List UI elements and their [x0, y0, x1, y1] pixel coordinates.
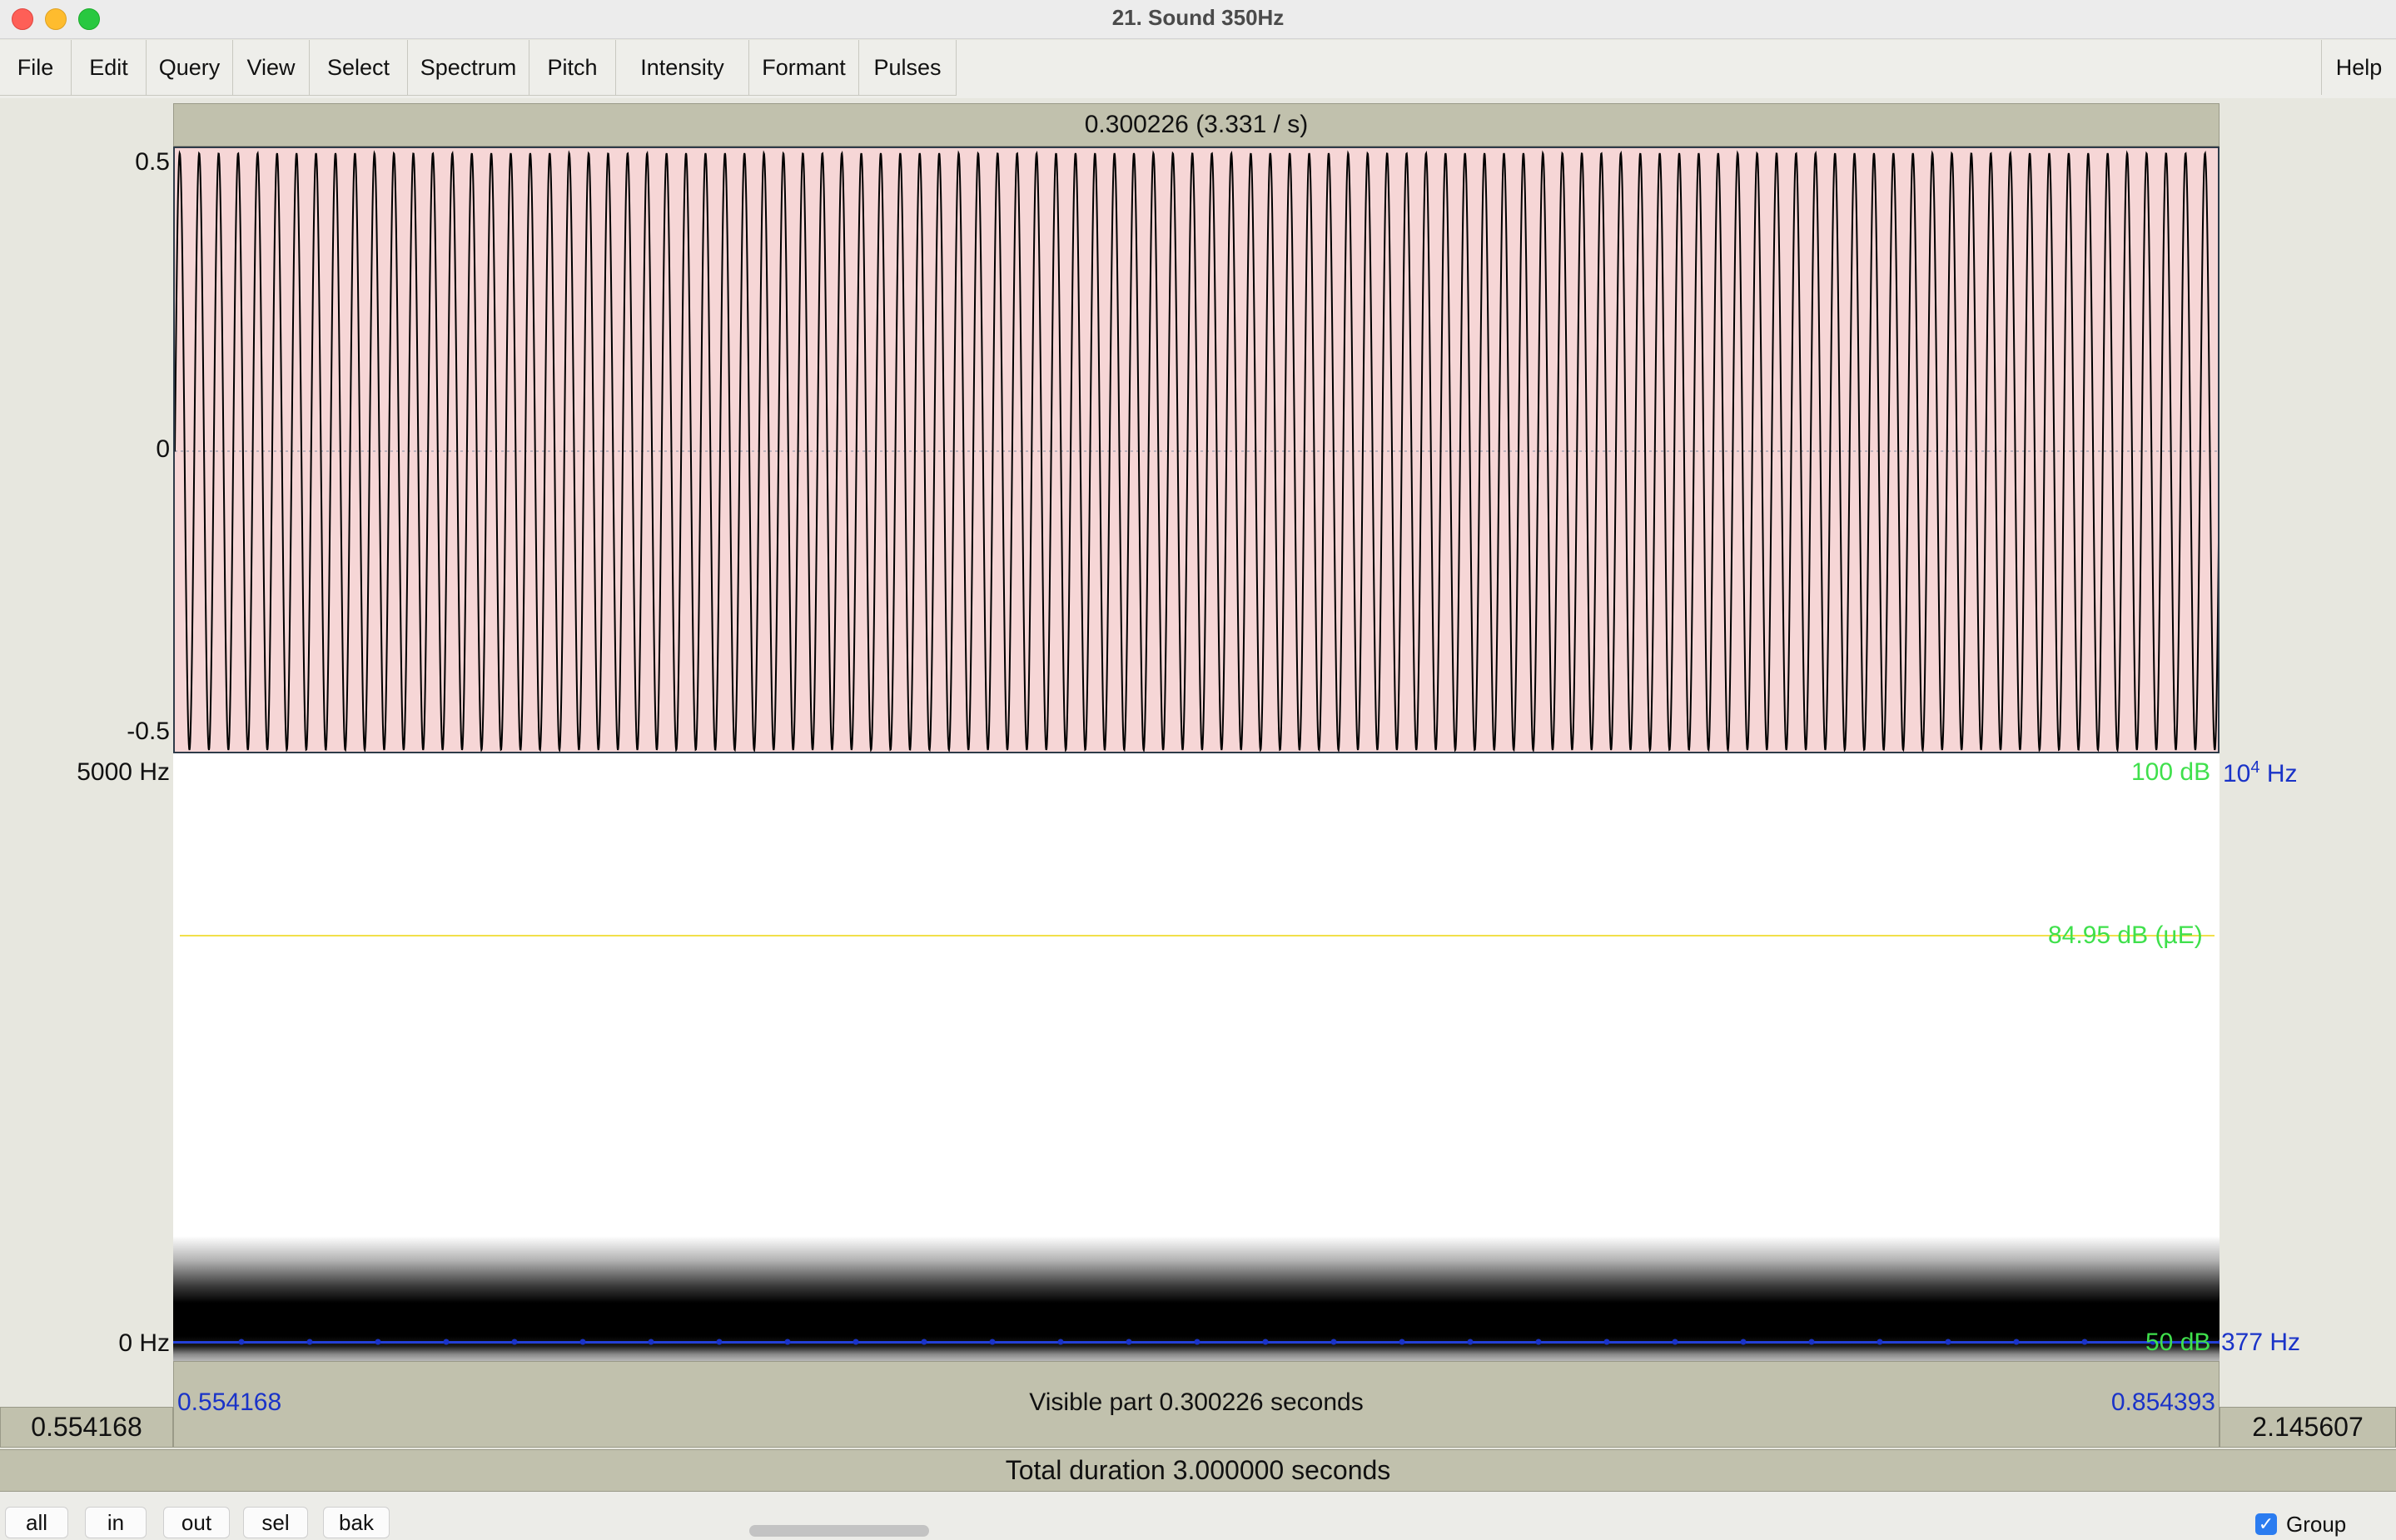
zoom-in-button[interactable]: in [85, 1507, 147, 1538]
selection-duration-bar[interactable]: 0.300226 (3.331 / s) [173, 103, 2220, 147]
pulse-mark [989, 1339, 996, 1345]
waveform-panel[interactable] [173, 147, 2220, 753]
pulse-mark [306, 1339, 313, 1345]
group-checkbox[interactable]: ✓ [2255, 1513, 2277, 1535]
scrollbar-thumb[interactable] [749, 1525, 929, 1537]
menu-select[interactable]: Select [310, 40, 408, 95]
pulse-mark [1467, 1339, 1474, 1345]
window-start-box[interactable]: 0.554168 [0, 1407, 173, 1448]
pulse-mark [375, 1339, 381, 1345]
menu-formant[interactable]: Formant [749, 40, 859, 95]
pulse-mark [238, 1339, 245, 1345]
menu-file[interactable]: File [0, 40, 72, 95]
pitch-max-label: 104 Hz [2223, 758, 2298, 787]
pulse-mark [853, 1339, 859, 1345]
intensity-min-label: 50 dB [2145, 1329, 2211, 1356]
spectrogram-bottom-freq-label: 0 Hz [118, 1329, 170, 1357]
visible-part-bar[interactable]: 0.554168 Visible part 0.300226 seconds 0… [173, 1361, 2220, 1448]
title-bar: 21. Sound 350Hz [0, 0, 2396, 39]
pulse-mark [648, 1339, 654, 1345]
menu-bar: File Edit Query View Select Spectrum Pit… [0, 40, 2396, 98]
amplitude-max-label: 0.5 [135, 148, 170, 176]
window-title: 21. Sound 350Hz [1111, 5, 1285, 30]
pulse-mark [716, 1339, 723, 1345]
pulse-mark [2218, 1339, 2220, 1344]
selection-end-label: 0.854393 [2110, 1388, 2215, 1416]
amplitude-zero-label: 0 [156, 435, 170, 463]
zoom-all-button[interactable]: all [5, 1507, 68, 1538]
pulse-mark [1126, 1339, 1132, 1345]
pulse-mark [1740, 1339, 1747, 1345]
horizontal-scrollbar[interactable] [402, 1523, 2225, 1537]
pulse-mark [1262, 1339, 1269, 1345]
pulse-mark [579, 1339, 586, 1345]
menu-pulses[interactable]: Pulses [859, 40, 957, 95]
zoom-out-button[interactable]: out [163, 1507, 230, 1538]
pulse-mark [1057, 1339, 1064, 1345]
spectrogram-panel[interactable] [173, 753, 2220, 1361]
zoom-back-button[interactable]: bak [323, 1507, 390, 1538]
window-end-box[interactable]: 2.145607 [2220, 1407, 2396, 1448]
menu-help[interactable]: Help [2321, 40, 2396, 95]
pitch-current-label: 377 Hz [2221, 1329, 2301, 1356]
total-duration-bar[interactable]: Total duration 3.000000 seconds [0, 1449, 2396, 1492]
pulse-mark [921, 1339, 927, 1345]
pulse-mark [1808, 1339, 1815, 1345]
pulse-mark [1603, 1339, 1610, 1345]
menu-divider [0, 95, 957, 96]
amplitude-min-label: -0.5 [127, 718, 170, 745]
pulse-marks [238, 1339, 2220, 1345]
pulse-mark [443, 1339, 450, 1345]
pulse-mark [1877, 1339, 1883, 1345]
pulse-mark [784, 1339, 791, 1345]
menu-query[interactable]: Query [147, 40, 233, 95]
menu-pitch[interactable]: Pitch [529, 40, 616, 95]
menu-intensity[interactable]: Intensity [616, 40, 749, 95]
menu-spectrum[interactable]: Spectrum [408, 40, 529, 95]
pulse-mark [1535, 1339, 1542, 1345]
spectrogram-top-freq-label: 5000 Hz [77, 758, 170, 786]
group-label: Group [2286, 1512, 2347, 1537]
pulse-mark [1945, 1339, 1951, 1345]
menu-view[interactable]: View [233, 40, 310, 95]
intensity-max-label: 100 dB [2131, 758, 2211, 786]
pulse-mark [1399, 1339, 1405, 1345]
pulse-mark [1330, 1339, 1337, 1345]
intensity-current-label: 84.95 dB (µE) [2048, 922, 2203, 949]
pulse-mark [2081, 1339, 2088, 1345]
visible-part-label: Visible part 0.300226 seconds [1029, 1388, 1364, 1416]
pulse-mark [1672, 1339, 1678, 1345]
zoom-sel-button[interactable]: sel [243, 1507, 308, 1538]
menu-edit[interactable]: Edit [72, 40, 147, 95]
pulse-mark [2013, 1339, 2020, 1345]
pulse-mark [1194, 1339, 1200, 1345]
waveform-plot [175, 150, 2218, 752]
pulse-mark [511, 1339, 518, 1345]
